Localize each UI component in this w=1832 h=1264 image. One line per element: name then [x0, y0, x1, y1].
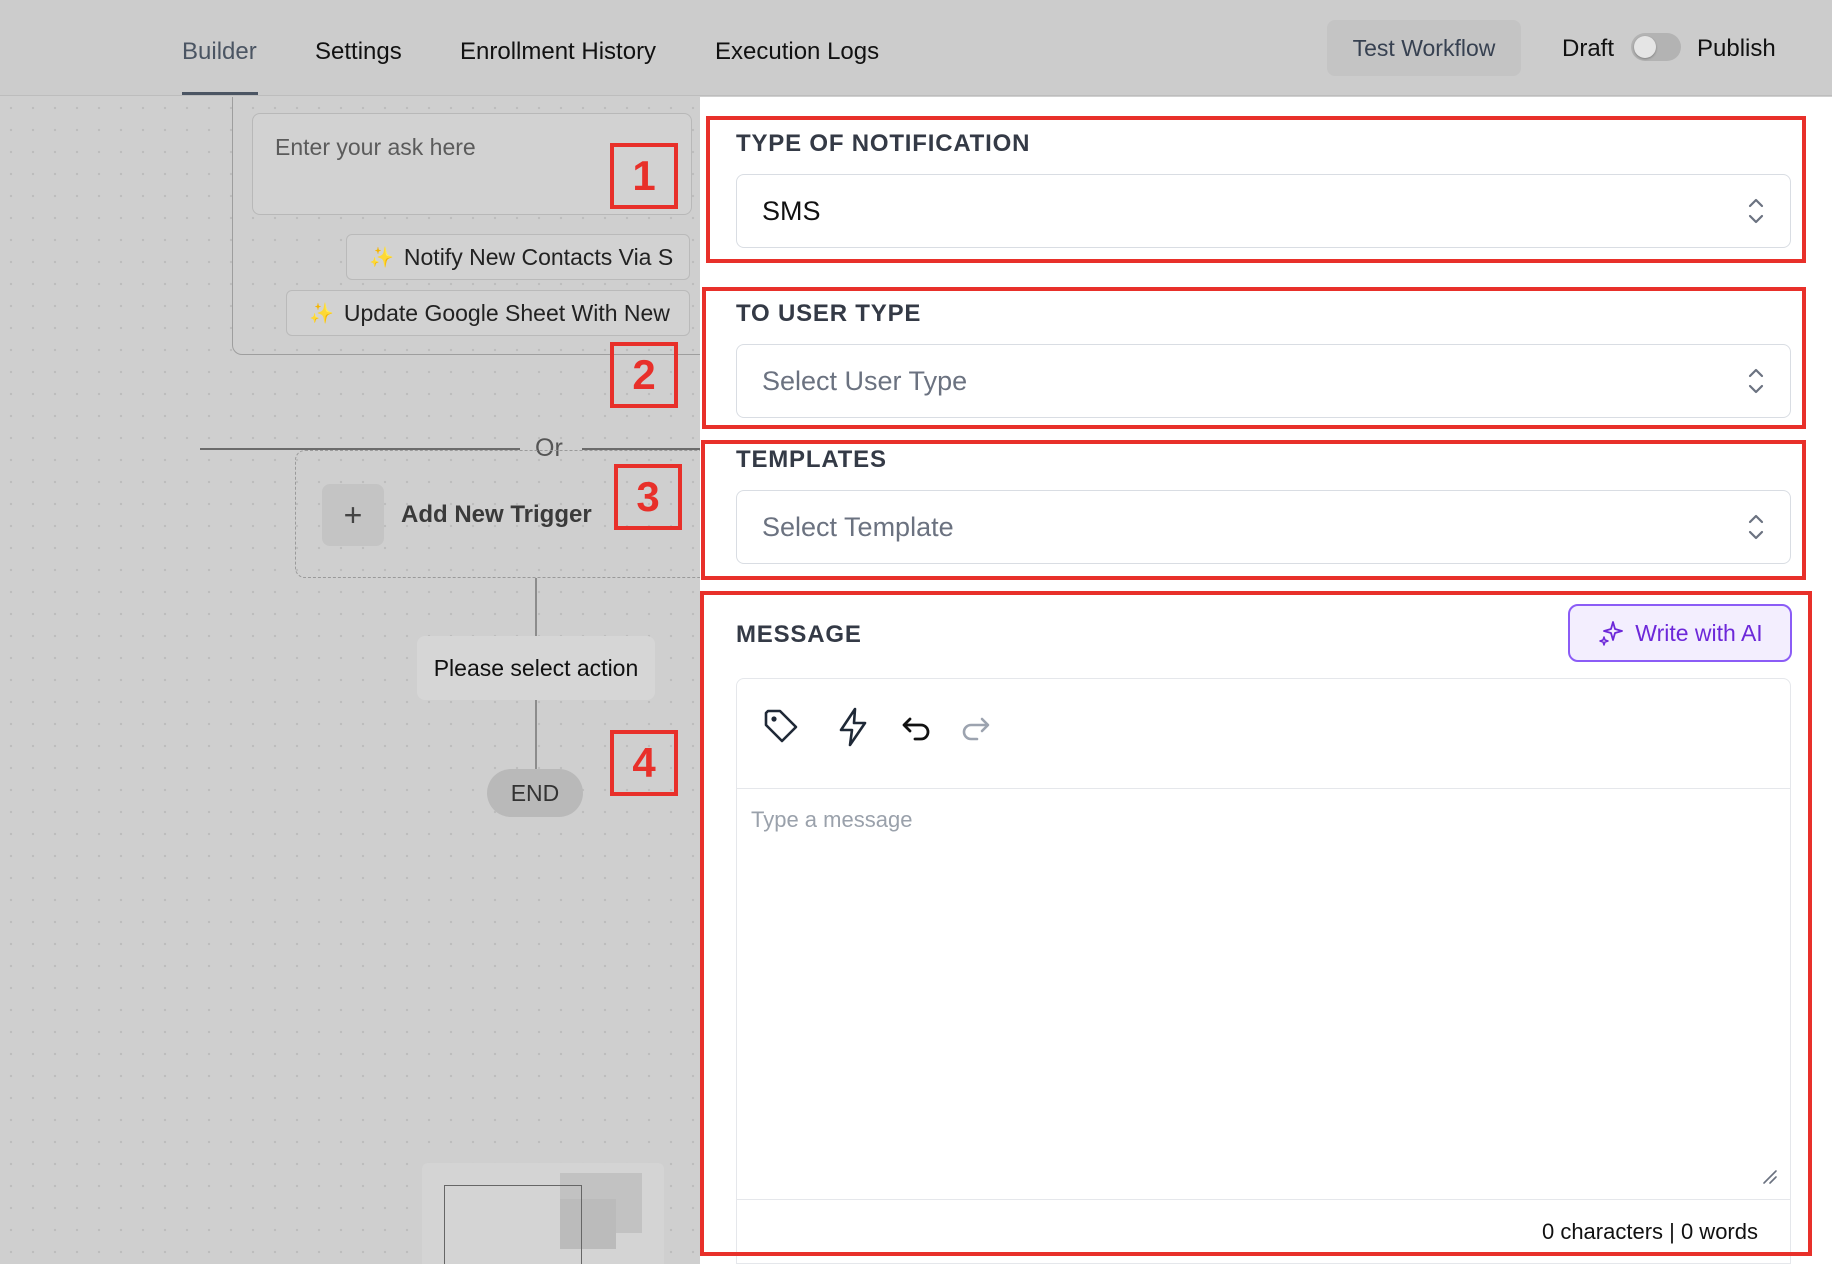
- tab-builder[interactable]: Builder: [182, 38, 257, 66]
- suggestion-chip[interactable]: ✨ Update Google Sheet With New: [286, 290, 690, 336]
- test-workflow-button[interactable]: Test Workflow: [1327, 20, 1521, 76]
- toggle-knob: [1634, 36, 1656, 58]
- tab-execution-logs[interactable]: Execution Logs: [715, 38, 879, 66]
- top-navigation: Builder Settings Enrollment History Exec…: [0, 0, 1832, 96]
- suggestion-label: Notify New Contacts Via S: [403, 243, 674, 270]
- tab-settings[interactable]: Settings: [315, 38, 402, 66]
- minimap[interactable]: [422, 1163, 664, 1264]
- marker-3: 3: [614, 464, 682, 530]
- minimap-viewport[interactable]: [444, 1185, 582, 1264]
- highlight-box-4: [700, 591, 1812, 1256]
- ask-placeholder: Enter your ask here: [275, 134, 476, 160]
- select-action-node[interactable]: Please select action: [417, 636, 655, 700]
- highlight-box-3: [701, 440, 1806, 580]
- connector-line: [535, 700, 537, 769]
- suggestion-chip[interactable]: ✨ Notify New Contacts Via S: [346, 234, 690, 280]
- sparkle-icon: ✨: [369, 246, 394, 269]
- highlight-box-2: [702, 287, 1806, 429]
- active-tab-indicator: [182, 92, 258, 95]
- plus-icon[interactable]: +: [322, 484, 384, 546]
- publish-label: Publish: [1697, 35, 1776, 62]
- highlight-box-1: [706, 116, 1806, 263]
- add-trigger-label[interactable]: Add New Trigger: [401, 501, 592, 529]
- marker-2: 2: [610, 342, 678, 408]
- tab-enrollment-history[interactable]: Enrollment History: [460, 38, 656, 66]
- workflow-canvas[interactable]: Enter your ask here ✨ Notify New Contact…: [0, 97, 700, 1264]
- publish-toggle[interactable]: [1631, 33, 1681, 61]
- end-node: END: [487, 769, 583, 817]
- marker-4: 4: [610, 730, 678, 796]
- connector-line: [535, 578, 537, 636]
- sparkle-icon: ✨: [309, 302, 334, 325]
- suggestion-label: Update Google Sheet With New: [343, 299, 670, 326]
- draft-label: Draft: [1562, 35, 1615, 62]
- marker-1: 1: [610, 143, 678, 209]
